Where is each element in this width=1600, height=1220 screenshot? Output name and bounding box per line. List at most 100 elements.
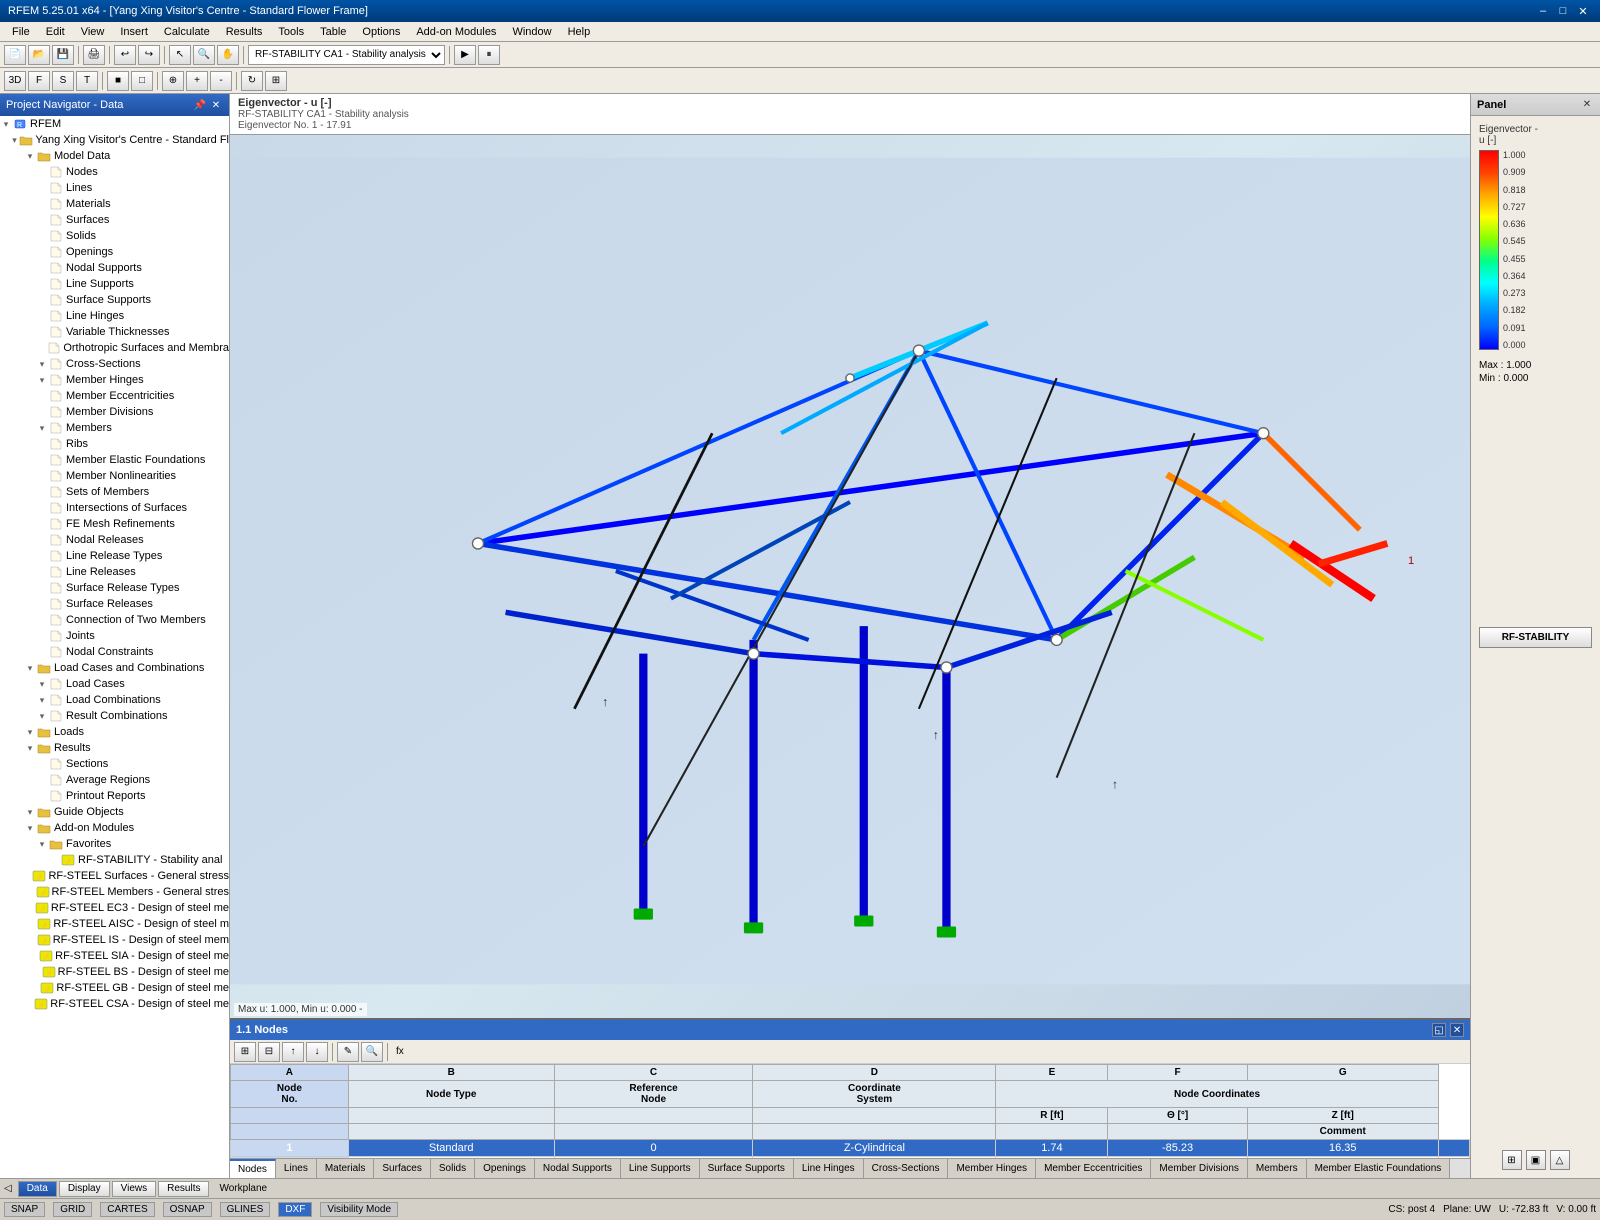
tree-item-rf-steel-members[interactable]: ⚡RF-STEEL Members - General stres — [0, 884, 229, 900]
undo-btn[interactable]: ↩ — [114, 45, 136, 65]
tree-item-line-hinges[interactable]: Line Hinges — [0, 308, 229, 324]
play-btn[interactable]: ▶ — [454, 45, 476, 65]
zoom-in-btn[interactable]: + — [186, 71, 208, 91]
panel-float-btn[interactable]: ◱ — [1432, 1023, 1446, 1037]
status-cartes[interactable]: CARTES — [100, 1202, 154, 1217]
bottom-tab-openings[interactable]: Openings — [475, 1159, 535, 1178]
bottom-tab-solids[interactable]: Solids — [431, 1159, 475, 1178]
tree-item-surfaces[interactable]: Surfaces — [0, 212, 229, 228]
pan-btn[interactable]: ✋ — [217, 45, 239, 65]
tree-item-member-hinges[interactable]: ▾Member Hinges — [0, 372, 229, 388]
status-osnap[interactable]: OSNAP — [163, 1202, 212, 1217]
tree-item-load-combinations[interactable]: ▾Load Combinations — [0, 692, 229, 708]
tree-item-average-regions[interactable]: Average Regions — [0, 772, 229, 788]
menu-calculate[interactable]: Calculate — [156, 24, 218, 40]
zoom-out-btn[interactable]: - — [210, 71, 232, 91]
tree-item-fe-mesh[interactable]: FE Mesh Refinements — [0, 516, 229, 532]
menu-tools[interactable]: Tools — [270, 24, 312, 40]
save-btn[interactable]: 💾 — [52, 45, 74, 65]
tree-item-printout-reports[interactable]: Printout Reports — [0, 788, 229, 804]
menu-results[interactable]: Results — [218, 24, 271, 40]
tree-item-rf-steel-sia[interactable]: ⚡RF-STEEL SIA - Design of steel me — [0, 948, 229, 964]
tree-item-rf-steel-aisc[interactable]: ⚡RF-STEEL AISC - Design of steel m — [0, 916, 229, 932]
nav-left-arrow[interactable]: ◁ — [4, 1183, 12, 1194]
pause-btn[interactable]: ⏸ — [478, 45, 500, 65]
zoom-btn[interactable]: 🔍 — [193, 45, 215, 65]
tree-item-nodal-supports[interactable]: Nodal Supports — [0, 260, 229, 276]
menu-addon[interactable]: Add-on Modules — [408, 24, 504, 40]
wire-btn[interactable]: □ — [131, 71, 153, 91]
tree-item-line-release-types[interactable]: Line Release Types — [0, 548, 229, 564]
tree-item-surface-release-types[interactable]: Surface Release Types — [0, 580, 229, 596]
menu-window[interactable]: Window — [504, 24, 559, 40]
tree-item-line-releases[interactable]: Line Releases — [0, 564, 229, 580]
bottom-tab-member-eccentricities[interactable]: Member Eccentricities — [1036, 1159, 1151, 1178]
tree-item-member-eccentricities[interactable]: Member Eccentricities — [0, 388, 229, 404]
tree-item-load-cases[interactable]: ▾Load Cases — [0, 676, 229, 692]
table-row[interactable]: 1Standard0Z-Cylindrical1.74-85.2316.35 — [231, 1140, 1470, 1157]
data-table-container[interactable]: A B C D E F G NodeNo. Node Type Referenc… — [230, 1064, 1470, 1158]
bottom-tab-materials[interactable]: Materials — [317, 1159, 375, 1178]
tree-item-member-nonlinearities[interactable]: Member Nonlinearities — [0, 468, 229, 484]
tree-item-lines[interactable]: Lines — [0, 180, 229, 196]
dt-btn5[interactable]: ✎ — [337, 1042, 359, 1062]
tree-item-solids[interactable]: Solids — [0, 228, 229, 244]
tree-item-model-data[interactable]: ▾Model Data — [0, 148, 229, 164]
tree-item-result-combinations[interactable]: ▾Result Combinations — [0, 708, 229, 724]
model-canvas[interactable]: ↑ ↑ ↑ 1 — [230, 124, 1470, 1018]
tree-item-rf-steel-gb[interactable]: ⚡RF-STEEL GB - Design of steel me — [0, 980, 229, 996]
tree-item-rf-steel-surfaces[interactable]: ⚡RF-STEEL Surfaces - General stress — [0, 868, 229, 884]
tree-item-rf-steel-ec3[interactable]: ⚡RF-STEEL EC3 - Design of steel me — [0, 900, 229, 916]
zoom-all-btn[interactable]: ⊕ — [162, 71, 184, 91]
menu-file[interactable]: File — [4, 24, 38, 40]
nav-tab-data[interactable]: Data — [18, 1181, 57, 1197]
panel-icon-settings[interactable]: △ — [1550, 1150, 1570, 1170]
view-top-btn[interactable]: T — [76, 71, 98, 91]
menu-edit[interactable]: Edit — [38, 24, 73, 40]
tree-item-rfem[interactable]: ▾RRFEM — [0, 116, 229, 132]
bottom-tab-member-elastic-foundations[interactable]: Member Elastic Foundations — [1307, 1159, 1451, 1178]
panel-close-btn[interactable]: ✕ — [209, 98, 223, 112]
dt-btn1[interactable]: ⊞ — [234, 1042, 256, 1062]
panel-pin-btn[interactable]: 📌 — [193, 98, 207, 112]
status-snap[interactable]: SNAP — [4, 1202, 45, 1217]
bottom-tab-line-hinges[interactable]: Line Hinges — [794, 1159, 864, 1178]
tree-item-rf-steel-csa[interactable]: ⚡RF-STEEL CSA - Design of steel me — [0, 996, 229, 1012]
tree-item-ribs[interactable]: Ribs — [0, 436, 229, 452]
dt-btn4[interactable]: ↓ — [306, 1042, 328, 1062]
view-front-btn[interactable]: F — [28, 71, 50, 91]
tree-item-loads[interactable]: ▾Loads — [0, 724, 229, 740]
tree-item-joints[interactable]: Joints — [0, 628, 229, 644]
tree-item-sets-of-members[interactable]: Sets of Members — [0, 484, 229, 500]
view-side-btn[interactable]: S — [52, 71, 74, 91]
dt-btn3[interactable]: ↑ — [282, 1042, 304, 1062]
viewport[interactable]: Eigenvector - u [-] RF-STABILITY CA1 - S… — [230, 94, 1470, 1018]
menu-insert[interactable]: Insert — [112, 24, 156, 40]
tree-item-cross-sections[interactable]: ▾Cross-Sections — [0, 356, 229, 372]
tree-item-intersections[interactable]: Intersections of Surfaces — [0, 500, 229, 516]
tree-item-connection-two-members[interactable]: Connection of Two Members — [0, 612, 229, 628]
minimize-button[interactable]: – — [1534, 3, 1552, 19]
close-button[interactable]: ✕ — [1574, 3, 1592, 19]
menu-options[interactable]: Options — [354, 24, 408, 40]
redo-btn[interactable]: ↪ — [138, 45, 160, 65]
tree-item-member-divisions[interactable]: Member Divisions — [0, 404, 229, 420]
tree-item-member-elastic[interactable]: Member Elastic Foundations — [0, 452, 229, 468]
tree-item-orthotropic[interactable]: Orthotropic Surfaces and Membra — [0, 340, 229, 356]
status-grid[interactable]: GRID — [53, 1202, 92, 1217]
view-3d-btn[interactable]: 3D — [4, 71, 26, 91]
tree-item-rf-steel-is[interactable]: ⚡RF-STEEL IS - Design of steel mem — [0, 932, 229, 948]
dt-btn2[interactable]: ⊟ — [258, 1042, 280, 1062]
tree-item-nodes[interactable]: Nodes — [0, 164, 229, 180]
tree-item-results[interactable]: ▾Results — [0, 740, 229, 756]
analysis-dropdown[interactable]: RF-STABILITY CA1 - Stability analysis — [248, 45, 445, 65]
tree-item-addon-modules[interactable]: ▾Add-on Modules — [0, 820, 229, 836]
tree-item-rf-steel-bs[interactable]: ⚡RF-STEEL BS - Design of steel me — [0, 964, 229, 980]
tree-item-nodal-releases[interactable]: Nodal Releases — [0, 532, 229, 548]
tree-item-favorites[interactable]: ▾Favorites — [0, 836, 229, 852]
print-btn[interactable]: 🖨 — [83, 45, 105, 65]
restore-button[interactable]: □ — [1554, 3, 1572, 19]
status-visibility[interactable]: Visibility Mode — [320, 1202, 398, 1217]
menu-view[interactable]: View — [73, 24, 113, 40]
tree-item-rf-stability[interactable]: ⚡RF-STABILITY - Stability anal — [0, 852, 229, 868]
